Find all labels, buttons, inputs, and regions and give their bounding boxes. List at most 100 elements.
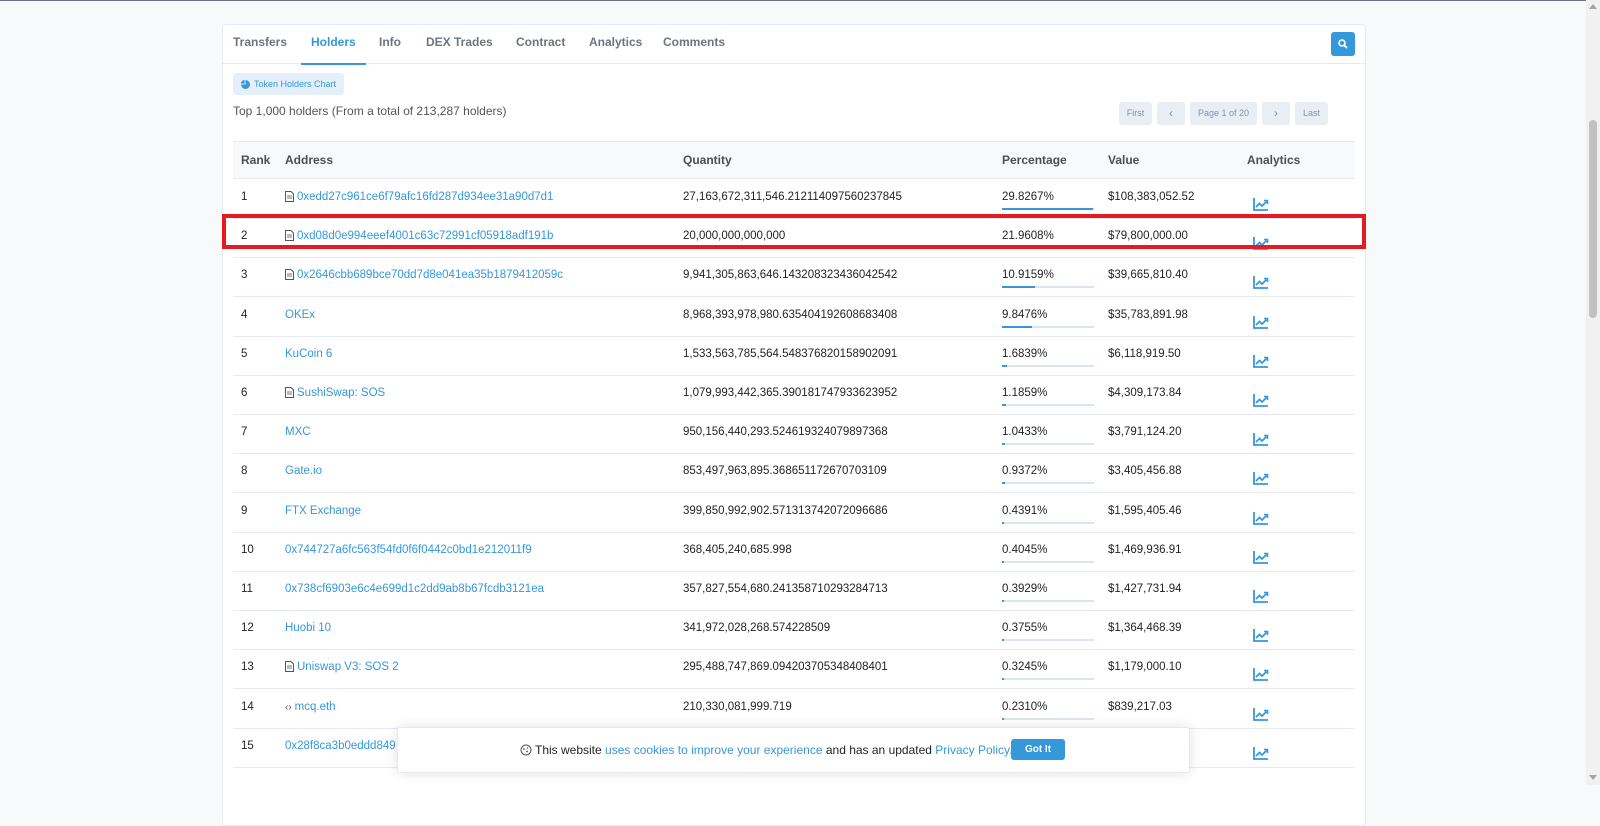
token-holders-chart-button[interactable]: Token Holders Chart: [233, 73, 345, 95]
address-link[interactable]: Gate.io: [285, 465, 322, 477]
search-button[interactable]: [1331, 32, 1355, 56]
rank-cell: 11: [241, 583, 253, 595]
percentage-cell: 29.8267%: [1002, 191, 1054, 203]
address-link[interactable]: 0x2646cbb689bce70dd7d8e041ea35b187941205…: [297, 269, 563, 281]
scroll-down-arrow[interactable]: [1589, 775, 1597, 780]
percentage-bar-fill: [1002, 482, 1005, 485]
percentage-cell: 0.3929%: [1002, 583, 1048, 595]
scroll-up-arrow[interactable]: [1589, 4, 1597, 9]
address-link[interactable]: 0xedd27c961ce6f79afc16fd287d934ee31a90d7…: [297, 191, 553, 203]
rank-cell: 8: [241, 465, 248, 478]
pagination-last[interactable]: Last: [1295, 102, 1328, 125]
quantity-cell: 357,827,554,680.241358710293284713: [683, 583, 888, 595]
privacy-policy-link[interactable]: Privacy Policy.: [935, 743, 1012, 757]
percentage-bar: [1002, 364, 1094, 367]
chart-button-label: Token Holders Chart: [254, 79, 337, 89]
address-link[interactable]: 0x744727a6fc563f54fd0f6f0442c0bd1e212011…: [285, 544, 532, 556]
table-row: 7 MXC 950,156,440,293.524619324079897368 1.…: [233, 413, 1355, 455]
quantity-cell: 399,850,992,902.571313742072096686: [683, 504, 888, 517]
pagination-prev[interactable]: ‹: [1157, 102, 1185, 125]
percentage-cell: 0.3755%: [1002, 622, 1048, 635]
percentage-bar-fill: [1002, 600, 1004, 602]
percentage-bar: [1002, 325, 1094, 328]
address-link[interactable]: Huobi 10: [285, 622, 331, 634]
value-cell: $1,364,468.39: [1108, 622, 1182, 635]
address-link[interactable]: 0x738cf6903e6c4e699d1c2dd9ab8b67fcdb3121…: [285, 583, 544, 595]
quantity-cell: 8,968,393,978,980.635404192608683408: [683, 308, 898, 321]
cookie-accept-button[interactable]: Got It: [1011, 739, 1065, 760]
contract-file-icon: [285, 387, 294, 398]
pagination-first[interactable]: First: [1119, 102, 1152, 125]
address-link[interactable]: FTX Exchange: [285, 505, 361, 517]
address-cell: MXC: [285, 413, 311, 451]
rank-cell: 12: [241, 622, 254, 635]
header-address: Address: [285, 153, 334, 167]
rank-cell: 6: [241, 387, 248, 399]
percentage-bar-fill: [1002, 286, 1036, 289]
address-cell: KuCoin 6: [285, 335, 332, 373]
pagination-next[interactable]: ›: [1262, 102, 1290, 125]
rank-cell: 14: [241, 700, 254, 713]
header-rank: Rank: [241, 153, 271, 167]
page-scrollbar[interactable]: [1586, 0, 1600, 785]
address-link[interactable]: SushiSwap: SOS: [297, 387, 385, 399]
value-cell: $1,179,000.10: [1108, 661, 1182, 674]
quantity-cell: 1,533,563,785,564.548376820158902091: [683, 347, 898, 360]
table-row: 4 OKEx 8,968,393,978,980.63540419260868340…: [233, 296, 1355, 337]
address-cell: 0x2646cbb689bce70dd7d8e041ea35b187941205…: [285, 256, 563, 294]
percentage-cell: 0.4391%: [1002, 504, 1048, 517]
cookie-text: This website uses cookies to improve you…: [520, 728, 1012, 772]
table-row: 5 KuCoin 6 1,533,563,785,564.5483768201589…: [233, 335, 1355, 376]
quantity-cell: 1,079,993,442,365.390181747933623952: [683, 387, 898, 399]
percentage-bar-fill: [1002, 208, 1094, 210]
cookie-icon: [520, 744, 532, 756]
address-link[interactable]: 0x28f8ca3b0eddd849: [285, 740, 396, 752]
percentage-bar-fill: [1002, 404, 1006, 406]
address-link[interactable]: MXC: [285, 426, 311, 438]
holders-summary: Top 1,000 holders (From a total of 213,2…: [233, 104, 507, 118]
header-analytics: Analytics: [1247, 153, 1301, 167]
cookie-policy-link[interactable]: uses cookies to improve your experience: [605, 743, 822, 757]
percentage-cell: 10.9159%: [1002, 269, 1054, 282]
value-cell: $1,427,731.94: [1108, 583, 1182, 595]
address-cell: Huobi 10: [285, 609, 331, 647]
value-cell: $1,469,936.91: [1108, 543, 1182, 556]
percentage-bar: [1002, 521, 1094, 524]
browser-top-border: [0, 0, 1600, 1]
tab-transfers[interactable]: Transfers: [233, 25, 287, 63]
quantity-cell: 9,941,305,863,646.143208323436042542: [683, 269, 898, 282]
address-link[interactable]: Uniswap V3: SOS 2: [297, 661, 399, 673]
tab-dex-trades[interactable]: DEX Trades: [426, 25, 493, 63]
percentage-bar: [1002, 600, 1094, 602]
rank-cell: 7: [241, 426, 248, 439]
tab-analytics[interactable]: Analytics: [589, 25, 642, 63]
percentage-bar-fill: [1002, 560, 1004, 563]
tab-info[interactable]: Info: [379, 25, 401, 63]
value-cell: $3,405,456.88: [1108, 465, 1182, 478]
cookie-middle: and has an updated: [825, 743, 932, 757]
address-cell: 0x744727a6fc563f54fd0f6f0442c0bd1e212011…: [285, 531, 532, 569]
tab-comments[interactable]: Comments: [663, 25, 725, 63]
quantity-cell: 295,488,747,869.094203705348408401: [683, 661, 888, 674]
value-cell: $839,217.03: [1108, 700, 1172, 713]
percentage-bar: [1002, 639, 1094, 642]
address-link[interactable]: KuCoin 6: [285, 348, 332, 360]
value-cell: $1,595,405.46: [1108, 504, 1182, 517]
scroll-thumb[interactable]: [1589, 120, 1597, 318]
tab-holders[interactable]: Holders: [301, 25, 366, 65]
address-link[interactable]: mcq.eth: [295, 701, 336, 713]
address-link[interactable]: OKEx: [285, 309, 315, 321]
pie-chart-icon: [241, 80, 250, 90]
rank-cell: 3: [241, 269, 248, 282]
highlighted-row-annotation: [222, 214, 1366, 249]
table-row: 3 0x2646cbb689bce70dd7d8e041ea35b18794120…: [233, 256, 1355, 298]
rank-cell: 15: [241, 739, 254, 752]
tab-contract[interactable]: Contract: [516, 25, 565, 63]
percentage-bar-fill: [1002, 678, 1004, 681]
tab-bar: Transfers Holders Info DEX Trades Contra…: [223, 25, 1365, 65]
search-icon: [1338, 39, 1348, 49]
percentage-bar-fill: [1002, 325, 1033, 328]
token-page-card: Transfers Holders Info DEX Trades Contra…: [222, 24, 1366, 826]
table-row: 1 0xedd27c961ce6f79afc16fd287d934ee31a90d…: [233, 178, 1355, 219]
analytics-chart-icon[interactable]: [1253, 738, 1269, 776]
